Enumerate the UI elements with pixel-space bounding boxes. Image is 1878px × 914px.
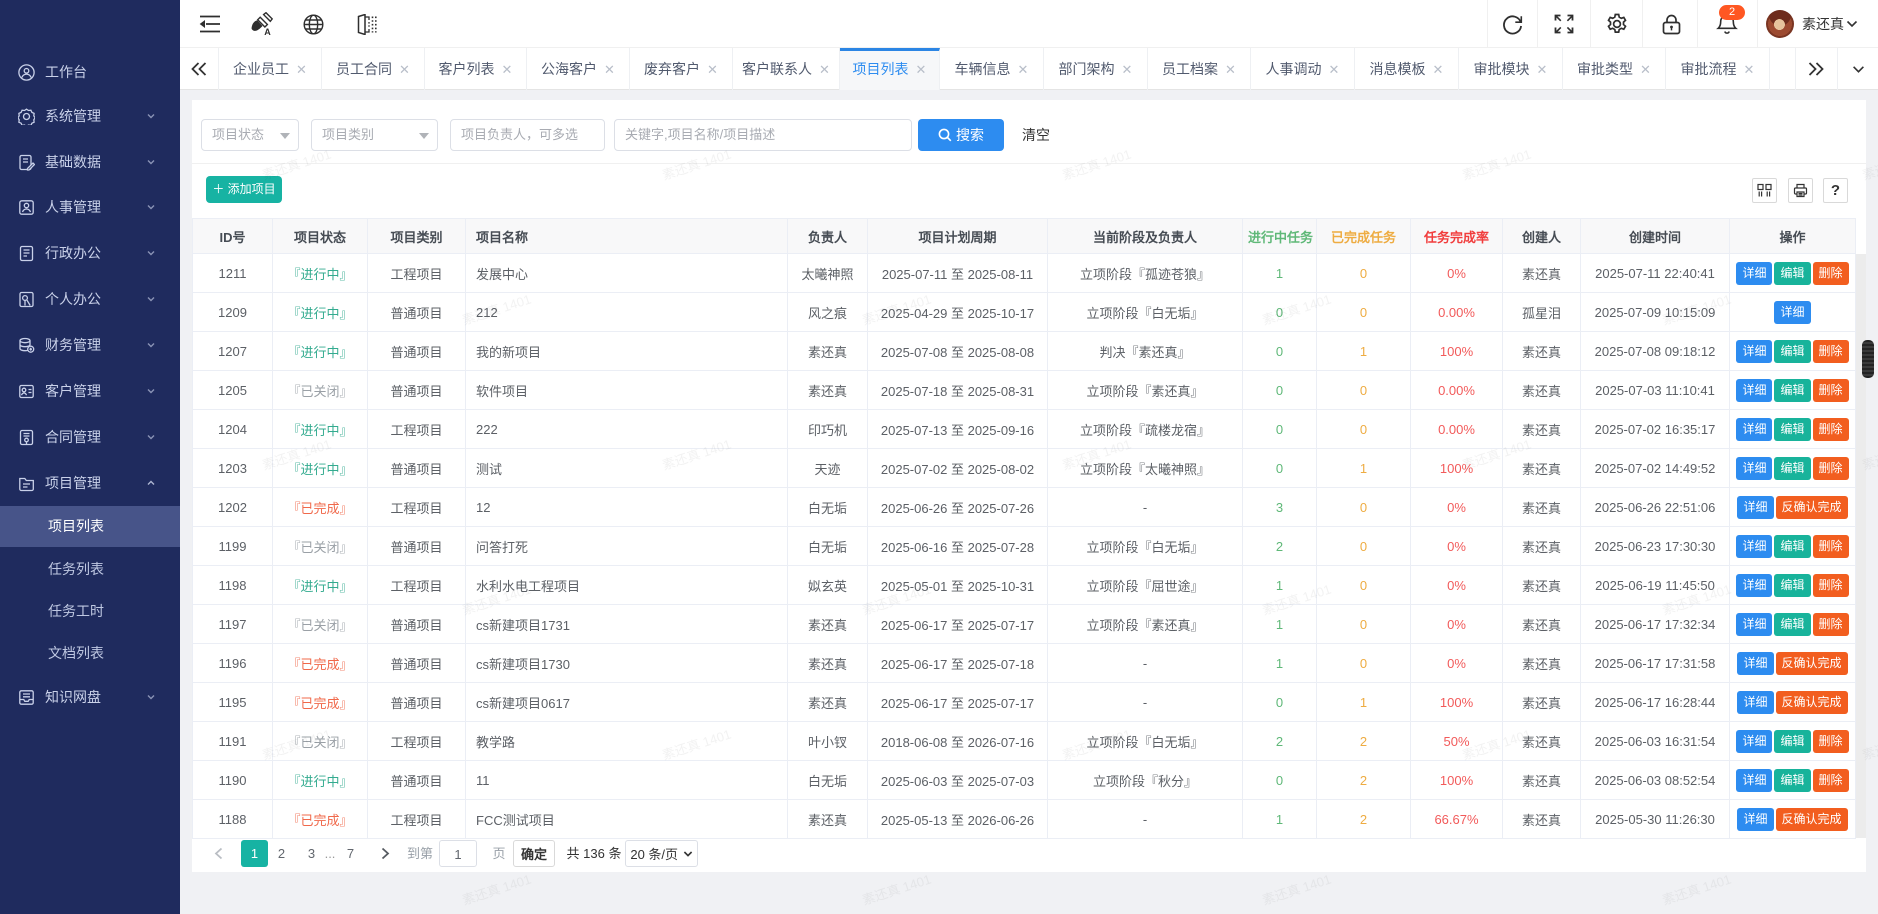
svg-text:A: A bbox=[264, 27, 271, 36]
